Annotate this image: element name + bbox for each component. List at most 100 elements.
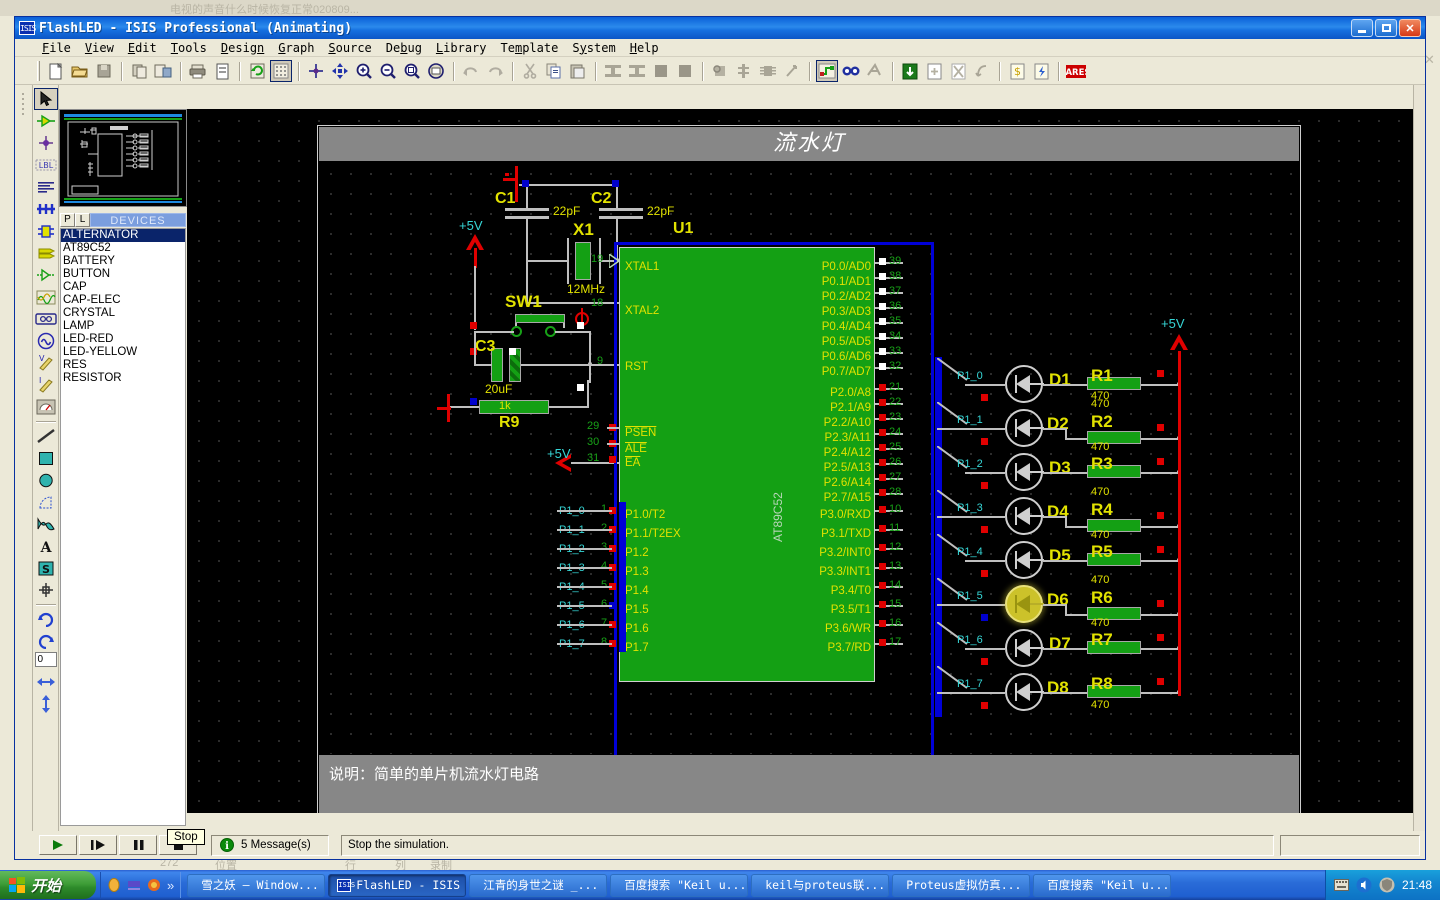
copy-block-icon[interactable] xyxy=(602,60,624,82)
taskbar-item-jiangqing[interactable]: 江青的身世之谜 _... xyxy=(469,873,608,897)
menu-edit[interactable]: Edit xyxy=(121,40,164,56)
zoom-sheet-icon[interactable] xyxy=(425,60,447,82)
cut-icon[interactable] xyxy=(519,60,541,82)
marker-tool-icon[interactable] xyxy=(34,579,58,601)
packaging-tool-icon[interactable] xyxy=(757,60,779,82)
line-tool-icon[interactable] xyxy=(34,425,58,447)
circle-tool-icon[interactable] xyxy=(34,469,58,491)
bill-of-materials-icon[interactable]: $ xyxy=(1006,60,1028,82)
zoom-in-icon[interactable] xyxy=(353,60,375,82)
text-tool-icon[interactable]: A xyxy=(34,535,58,557)
device-item-battery[interactable]: BATTERY xyxy=(61,255,185,268)
schematic-canvas[interactable]: 流水灯 C1 22pF C2 22pF X1 12MHz +5V SW1 C3 … xyxy=(187,109,1413,813)
device-item-cap[interactable]: CAP xyxy=(61,281,185,294)
rotate-clockwise-icon[interactable] xyxy=(34,608,58,630)
pause-button[interactable] xyxy=(119,835,157,855)
device-item-button[interactable]: BUTTON xyxy=(61,268,185,281)
junction-dot-mode-icon[interactable] xyxy=(34,132,58,154)
media-player-icon[interactable] xyxy=(127,878,141,892)
selection-mode-icon[interactable] xyxy=(33,88,58,110)
decompose-icon[interactable] xyxy=(781,60,803,82)
rotate-block-icon[interactable] xyxy=(650,60,672,82)
keyboard-icon[interactable] xyxy=(1333,879,1349,891)
terminals-mode-icon[interactable] xyxy=(34,242,58,264)
voltage-probe-mode-icon[interactable]: V xyxy=(34,352,58,374)
device-item-led-red[interactable]: LED-RED xyxy=(61,333,185,346)
zoom-out-icon[interactable] xyxy=(377,60,399,82)
strip-grip-dots[interactable] xyxy=(21,91,27,119)
device-item-led-yellow[interactable]: LED-YELLOW xyxy=(61,346,185,359)
taskbar-item-keil-proteus[interactable]: keil与proteus联... xyxy=(751,873,890,897)
origin-icon[interactable] xyxy=(305,60,327,82)
maximize-button[interactable] xyxy=(1375,19,1397,37)
taskbar-item-baidu2[interactable]: 百度搜索 "Keil u... xyxy=(1033,873,1172,897)
component-mode-icon[interactable] xyxy=(34,110,58,132)
menu-template[interactable]: Template xyxy=(494,40,566,56)
paste-icon[interactable] xyxy=(567,60,589,82)
import-section-icon[interactable] xyxy=(128,60,150,82)
open-file-icon[interactable] xyxy=(69,60,91,82)
menu-library[interactable]: Library xyxy=(429,40,494,56)
message-count-pane[interactable]: i 5 Message(s) xyxy=(211,834,329,856)
library-manager-button[interactable]: L xyxy=(75,213,90,227)
show-desktop-icon[interactable] xyxy=(107,878,121,892)
taskbar-item-snow[interactable]: 雪之妖 — Window... xyxy=(187,873,326,897)
netlist-to-ares-icon[interactable]: ARES xyxy=(1065,60,1087,82)
print-icon[interactable] xyxy=(187,60,209,82)
menu-graph[interactable]: Graph xyxy=(271,40,321,56)
search-tag-icon[interactable] xyxy=(840,60,862,82)
volume-icon[interactable] xyxy=(1356,877,1372,893)
device-item-resistor[interactable]: RESISTOR xyxy=(61,372,185,385)
pan-icon[interactable] xyxy=(329,60,351,82)
device-item-lamp[interactable]: LAMP xyxy=(61,320,185,333)
vertical-scrollbar[interactable] xyxy=(1413,85,1425,831)
undo-icon[interactable] xyxy=(460,60,482,82)
menu-file[interactable]: File xyxy=(35,40,78,56)
rotate-anticlockwise-icon[interactable] xyxy=(34,630,58,652)
toggle-grid-icon[interactable] xyxy=(270,60,292,82)
mirror-vertical-icon[interactable] xyxy=(34,693,58,715)
virtual-instrument-mode-icon[interactable] xyxy=(34,396,58,418)
wire-autorouter-icon[interactable] xyxy=(816,60,838,82)
close-button[interactable]: ✕ xyxy=(1399,19,1421,37)
electrical-rule-check-icon[interactable] xyxy=(1030,60,1052,82)
text-script-mode-icon[interactable] xyxy=(34,176,58,198)
box-tool-icon[interactable] xyxy=(34,447,58,469)
mirror-horizontal-icon[interactable] xyxy=(34,671,58,693)
exit-sheet-icon[interactable] xyxy=(971,60,993,82)
current-probe-mode-icon[interactable]: I xyxy=(34,374,58,396)
save-file-icon[interactable] xyxy=(93,60,115,82)
device-pin-mode-icon[interactable] xyxy=(34,264,58,286)
menu-design[interactable]: Design xyxy=(214,40,271,56)
play-button[interactable] xyxy=(39,835,77,855)
move-block-icon[interactable] xyxy=(626,60,648,82)
rotation-value-input[interactable]: 0 xyxy=(34,652,57,667)
remove-sheet-icon[interactable] xyxy=(947,60,969,82)
closed-path-tool-icon[interactable] xyxy=(34,513,58,535)
subcircuit-mode-icon[interactable] xyxy=(34,220,58,242)
refresh-icon[interactable] xyxy=(246,60,268,82)
make-device-icon[interactable] xyxy=(733,60,755,82)
step-button[interactable] xyxy=(79,835,117,855)
menu-help[interactable]: Help xyxy=(623,40,666,56)
delete-block-icon[interactable] xyxy=(674,60,696,82)
menu-view[interactable]: View xyxy=(78,40,121,56)
pick-from-libraries-button[interactable]: P xyxy=(60,213,75,227)
tape-recorder-mode-icon[interactable] xyxy=(34,308,58,330)
property-assignment-icon[interactable] xyxy=(864,60,886,82)
security-icon[interactable] xyxy=(1379,877,1395,893)
redo-icon[interactable] xyxy=(484,60,506,82)
menu-source[interactable]: Source xyxy=(321,40,378,56)
minimize-button[interactable] xyxy=(1351,19,1373,37)
device-list[interactable]: ALTERNATOR AT89C52 BATTERY BUTTON CAP CA… xyxy=(60,228,186,826)
menu-tools[interactable]: Tools xyxy=(164,40,214,56)
more-chevron-icon[interactable]: » xyxy=(167,878,174,893)
generator-mode-icon[interactable] xyxy=(34,330,58,352)
start-button[interactable]: 开始 xyxy=(0,871,96,899)
taskbar-item-baidu1[interactable]: 百度搜索 "Keil u... xyxy=(610,873,749,897)
design-explorer-icon[interactable] xyxy=(899,60,921,82)
arc-tool-icon[interactable] xyxy=(34,491,58,513)
menu-system[interactable]: System xyxy=(565,40,622,56)
taskbar-item-proteus-sim[interactable]: Proteus虚拟仿真... xyxy=(892,873,1031,897)
new-sheet-icon[interactable] xyxy=(923,60,945,82)
